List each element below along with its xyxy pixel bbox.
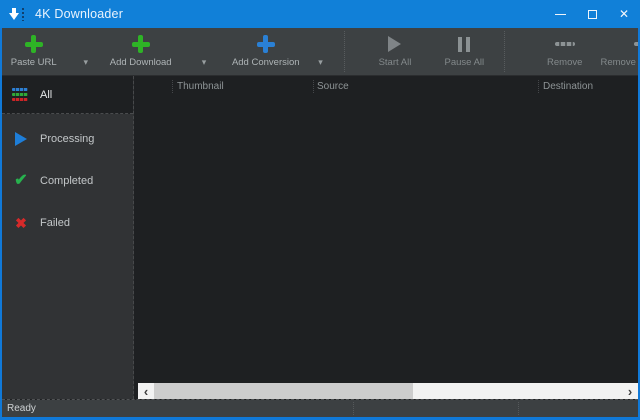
download-list: Thumbnail Source Destination ‹ › xyxy=(134,76,638,399)
maximize-button[interactable] xyxy=(576,0,608,28)
statusbar-separator xyxy=(353,402,354,415)
filter-sidebar: All Processing ✔ Completed ✖ Failed xyxy=(2,76,134,399)
window-controls: ✕ xyxy=(544,0,640,28)
colored-list-icon xyxy=(12,87,30,102)
title-bar: 4K Downloader ✕ xyxy=(0,0,640,28)
column-separator xyxy=(538,80,539,93)
chevron-left-icon: ‹ xyxy=(144,384,148,399)
column-header-destination: Destination xyxy=(543,81,593,92)
statusbar-separator xyxy=(518,402,519,415)
maximize-icon xyxy=(588,10,597,19)
minimize-icon xyxy=(555,14,566,15)
status-text: Ready xyxy=(7,403,36,414)
column-header-source: Source xyxy=(317,81,349,92)
play-icon xyxy=(388,36,401,52)
add-conversion-label: Add Conversion xyxy=(232,57,300,68)
chevron-down-icon: ▾ xyxy=(318,57,323,68)
x-red-icon: ✖ xyxy=(12,216,30,230)
paste-url-button[interactable]: Paste URL xyxy=(4,28,63,75)
chevron-down-icon: ▾ xyxy=(83,57,88,68)
scrollbar-thumb[interactable] xyxy=(154,383,413,399)
column-header-thumbnail: Thumbnail xyxy=(177,81,224,92)
sidebar-item-processing[interactable]: Processing xyxy=(2,118,133,160)
start-all-label: Start All xyxy=(379,57,412,68)
chevron-right-icon: › xyxy=(628,384,632,399)
column-separator xyxy=(313,80,314,93)
check-green-icon: ✔ xyxy=(12,173,30,189)
scroll-left-button[interactable]: ‹ xyxy=(138,383,154,399)
pause-all-button[interactable]: Pause All xyxy=(433,28,496,75)
status-bar: Ready xyxy=(2,400,638,417)
paste-url-label: Paste URL xyxy=(11,57,57,68)
toolbar-separator xyxy=(504,31,505,72)
sidebar-item-failed[interactable]: ✖ Failed xyxy=(2,202,133,244)
plus-green-icon xyxy=(25,35,43,53)
plus-blue-icon xyxy=(257,35,275,53)
plus-green-icon xyxy=(132,35,150,53)
pause-icon xyxy=(458,37,470,52)
paste-url-dropdown-button[interactable]: ▾ xyxy=(63,28,108,75)
remove-all-label: Remove xyxy=(601,57,636,68)
add-download-button[interactable]: Add Download xyxy=(108,28,173,75)
sidebar-item-all[interactable]: All xyxy=(2,76,133,114)
scroll-right-button[interactable]: › xyxy=(622,383,638,399)
minus-icon xyxy=(555,42,575,46)
add-download-label: Add Download xyxy=(110,57,172,68)
scrollbar-track[interactable] xyxy=(154,383,622,399)
toolbar: Paste URL ▾ Add Download ▾ Add Conversio… xyxy=(2,28,638,76)
sidebar-item-label: All xyxy=(40,89,52,101)
content-area: All Processing ✔ Completed ✖ Failed Th xyxy=(2,76,638,400)
sidebar-item-label: Failed xyxy=(40,217,70,229)
column-separator xyxy=(172,80,173,93)
play-blue-icon xyxy=(12,132,30,146)
horizontal-scrollbar[interactable]: ‹ › xyxy=(138,383,638,399)
add-conversion-dropdown-button[interactable]: ▾ xyxy=(297,28,345,75)
remove-all-button[interactable]: Remove xyxy=(598,28,638,75)
minus-icon xyxy=(634,42,638,46)
toolbar-separator xyxy=(344,31,345,72)
start-all-button[interactable]: Start All xyxy=(363,28,426,75)
close-button[interactable]: ✕ xyxy=(608,0,640,28)
add-conversion-button[interactable]: Add Conversion xyxy=(235,28,297,75)
app-window: 4K Downloader ✕ Paste URL ▾ Add Download… xyxy=(0,0,640,420)
chevron-down-icon: ▾ xyxy=(202,57,207,68)
sidebar-item-completed[interactable]: ✔ Completed xyxy=(2,160,133,202)
pause-all-label: Pause All xyxy=(445,57,485,68)
close-icon: ✕ xyxy=(619,8,629,20)
remove-label: Remove xyxy=(547,57,582,68)
remove-button[interactable]: Remove xyxy=(533,28,596,75)
app-logo-download-icon xyxy=(9,7,26,22)
window-title: 4K Downloader xyxy=(35,7,123,21)
sidebar-item-label: Completed xyxy=(40,175,93,187)
add-download-dropdown-button[interactable]: ▾ xyxy=(173,28,234,75)
minimize-button[interactable] xyxy=(544,0,576,28)
sidebar-item-label: Processing xyxy=(40,133,94,145)
